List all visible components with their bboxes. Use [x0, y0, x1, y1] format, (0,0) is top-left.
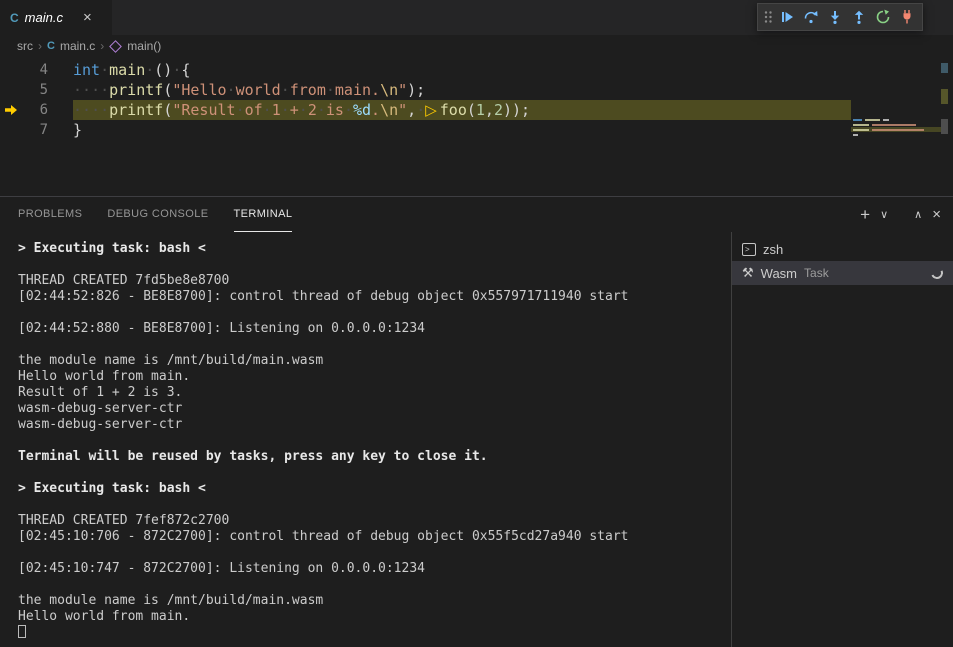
bottom-panel: PROBLEMS DEBUG CONSOLE TERMINAL + ∨ ∧ × … [0, 196, 953, 647]
symbol-method-icon [109, 40, 122, 53]
step-over-button[interactable] [799, 5, 823, 29]
overview-ruler-mark [941, 63, 948, 73]
gripper-icon [763, 9, 773, 25]
terminal-tab-zsh[interactable]: > zsh [732, 237, 953, 261]
terminal-line [18, 257, 731, 273]
terminal-line [18, 545, 731, 561]
code-line-content: ····printf("Hello·world·from·main.\n"); [73, 80, 851, 100]
terminal-tabs-list: > zsh ⚒ Wasm Task [731, 232, 953, 647]
editor-lines: 4int·main·()·{5····printf("Hello·world·f… [0, 60, 953, 140]
terminal-line [18, 305, 731, 321]
terminal-line: [02:44:52:880 - BE8E8700]: Listening on … [18, 321, 731, 337]
code-line[interactable]: 7} [0, 120, 953, 140]
terminal-line: > Executing task: bash < [18, 241, 731, 257]
code-line-content: ····printf("Result·of·1·+·2·is·%d.\n",·▷… [73, 100, 851, 120]
step-out-icon [851, 9, 867, 25]
terminal-line: THREAD CREATED 7fef872c2700 [18, 513, 731, 529]
inline-run-icon[interactable]: ▷ [425, 101, 440, 119]
terminal-line: [02:45:10:747 - 872C2700]: Listening on … [18, 561, 731, 577]
breadcrumb-item-src[interactable]: src [17, 39, 33, 53]
terminal-line: the module name is /mnt/build/main.wasm [18, 593, 731, 609]
terminal-icon: > [742, 243, 756, 256]
terminal-line: wasm-debug-server-ctr [18, 401, 731, 417]
code-line-content: int·main·()·{ [73, 60, 851, 80]
terminal-line: Hello world from main. [18, 609, 731, 625]
restart-icon [875, 9, 891, 25]
terminal-line [18, 433, 731, 449]
minimap-line [853, 124, 939, 126]
terminal-cursor [18, 625, 26, 638]
step-into-button[interactable] [823, 5, 847, 29]
line-number[interactable]: 4 [0, 60, 73, 80]
terminal-tab-wasm-task[interactable]: ⚒ Wasm Task [732, 261, 953, 285]
step-out-button[interactable] [847, 5, 871, 29]
continue-button[interactable] [775, 5, 799, 29]
minimap[interactable] [853, 119, 939, 139]
close-icon[interactable]: × [83, 9, 92, 26]
tab-label: main.c [25, 10, 63, 25]
close-panel-icon[interactable]: × [932, 206, 941, 223]
terminal-line [18, 497, 731, 513]
debug-toolbar [757, 3, 923, 31]
tab-problems[interactable]: PROBLEMS [18, 197, 82, 232]
code-line[interactable]: 4int·main·()·{ [0, 60, 953, 80]
tab-main-c[interactable]: C main.c × [0, 0, 112, 35]
terminal-line: [02:45:10:706 - 872C2700]: control threa… [18, 529, 731, 545]
terminal-tab-sublabel: Task [804, 266, 829, 280]
terminal-line [18, 465, 731, 481]
code-line[interactable]: 5····printf("Hello·world·from·main.\n"); [0, 80, 953, 100]
code-editor[interactable]: 4int·main·()·{5····printf("Hello·world·f… [0, 57, 953, 199]
overview-ruler [938, 60, 951, 196]
panel-actions: + ∨ ∧ × [860, 197, 941, 232]
terminal-line: wasm-debug-server-ctr [18, 417, 731, 433]
step-over-icon [803, 9, 819, 25]
terminal-line [18, 337, 731, 353]
terminal-line: Result of 1 + 2 is 3. [18, 385, 731, 401]
tab-terminal[interactable]: TERMINAL [234, 197, 293, 232]
terminal-output[interactable]: > Executing task: bash < THREAD CREATED 7… [0, 232, 731, 647]
tab-debug-console[interactable]: DEBUG CONSOLE [107, 197, 208, 232]
c-file-icon: C [10, 11, 19, 25]
tools-icon: ⚒ [742, 266, 754, 281]
disconnect-button[interactable] [895, 5, 919, 29]
continue-icon [779, 9, 795, 25]
disconnect-icon [899, 9, 915, 25]
terminal-line [18, 625, 731, 641]
terminal-line: > Executing task: bash < [18, 481, 731, 497]
terminal-line: Terminal will be reused by tasks, press … [18, 449, 731, 465]
breadcrumb-item-main-c[interactable]: main.c [60, 39, 95, 53]
new-terminal-button[interactable]: + [860, 205, 870, 225]
line-number[interactable]: 5 [0, 80, 73, 100]
step-into-icon [827, 9, 843, 25]
c-file-icon: C [47, 40, 55, 52]
launch-profile-chevron-down-icon[interactable]: ∨ [880, 208, 888, 221]
overview-ruler-mark [941, 89, 948, 104]
task-running-spinner-icon [929, 265, 944, 280]
line-number[interactable]: 7 [0, 120, 73, 140]
breadcrumb-item-main-fn[interactable]: main() [127, 39, 161, 53]
terminal-line: THREAD CREATED 7fd5be8e8700 [18, 273, 731, 289]
terminal-tab-label: Wasm [761, 266, 797, 281]
maximize-panel-chevron-up-icon[interactable]: ∧ [914, 208, 922, 221]
minimap-line [853, 119, 939, 121]
chevron-right-icon: › [38, 39, 42, 53]
chevron-right-icon: › [100, 39, 104, 53]
terminal-line: [02:44:52:826 - BE8E8700]: control threa… [18, 289, 731, 305]
terminal-line [18, 577, 731, 593]
terminal-line: Hello world from main. [18, 369, 731, 385]
breadcrumb: src › C main.c › main() [0, 35, 953, 57]
line-number[interactable]: 6 [0, 100, 73, 120]
code-line-content: } [73, 120, 851, 140]
terminal-line: the module name is /mnt/build/main.wasm [18, 353, 731, 369]
panel-header: PROBLEMS DEBUG CONSOLE TERMINAL + ∨ ∧ × [0, 197, 953, 232]
panel-body: > Executing task: bash < THREAD CREATED 7… [0, 232, 953, 647]
code-line[interactable]: 6····printf("Result·of·1·+·2·is·%d.\n",·… [0, 100, 953, 120]
restart-button[interactable] [871, 5, 895, 29]
terminal-tab-label: zsh [763, 242, 783, 257]
minimap-line [853, 134, 939, 136]
editor-tab-bar: C main.c × [0, 0, 953, 35]
toolbar-drag-handle-icon[interactable] [761, 5, 775, 29]
overview-ruler-mark [941, 119, 948, 134]
